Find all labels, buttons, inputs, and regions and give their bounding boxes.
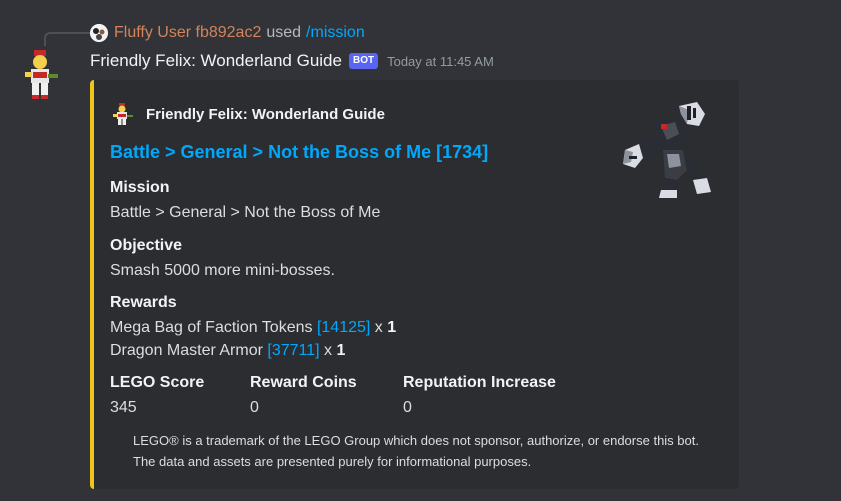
field-value: 0 — [250, 399, 259, 416]
field-mission: Mission Battle > General > Not the Boss … — [110, 178, 380, 224]
field-value: Smash 5000 more mini-bosses. — [110, 262, 335, 279]
reward-multiplier: x — [374, 319, 383, 336]
lego-disclaimer: LEGO® is a trademark of the LEGO Group w… — [133, 433, 699, 469]
reward-id-link[interactable]: [14125] — [317, 319, 370, 336]
reply-used-text: used — [266, 24, 302, 41]
field-name: Mission — [110, 179, 170, 196]
field-reward-coins: Reward Coins 0 — [250, 373, 357, 419]
message-header: Friendly Felix: Wonderland Guide BOT Tod… — [90, 51, 494, 71]
field-name: Rewards — [110, 294, 177, 311]
bot-username[interactable]: Friendly Felix: Wonderland Guide — [90, 51, 342, 71]
message-timestamp[interactable]: Today at 11:45 AM — [387, 54, 494, 69]
reward-id-link[interactable]: [37711] — [267, 342, 319, 359]
minifig-guide-icon[interactable] — [20, 48, 60, 104]
reward-item: Dragon Master Armor [37711] x 1 — [110, 339, 396, 362]
field-name: Reputation Increase — [403, 374, 556, 391]
embed-author-name: Friendly Felix: Wonderland Guide — [146, 105, 385, 123]
reward-multiplier: x — [324, 342, 333, 359]
reward-item: Mega Bag of Faction Tokens [14125] x 1 — [110, 316, 396, 339]
user-avatar-icon[interactable] — [90, 24, 108, 42]
gorilla-boss-icon[interactable] — [617, 100, 717, 200]
embed-title-link[interactable]: Battle > General > Not the Boss of Me [1… — [110, 142, 488, 163]
field-reputation-increase: Reputation Increase 0 — [403, 373, 556, 419]
field-rewards: Rewards Mega Bag of Faction Tokens [1412… — [110, 293, 396, 362]
minifig-guide-icon — [110, 102, 134, 126]
reward-quantity: 1 — [387, 319, 397, 336]
field-lego-score: LEGO Score 345 — [110, 373, 204, 419]
reply-connector — [44, 32, 90, 46]
reward-quantity: 1 — [336, 342, 346, 359]
field-value: 345 — [110, 399, 137, 416]
field-name: LEGO Score — [110, 374, 205, 391]
slash-command-link[interactable]: /mission — [306, 24, 365, 42]
reply-username[interactable]: Fluffy User fb892ac2 — [114, 24, 261, 42]
field-value: Battle > General > Not the Boss of Me — [110, 204, 381, 221]
bot-badge: BOT — [348, 53, 379, 69]
reward-name: Mega Bag of Faction Tokens — [110, 319, 313, 336]
embed-author: Friendly Felix: Wonderland Guide — [110, 102, 385, 126]
field-name: Reward Coins — [250, 374, 357, 391]
field-value: 0 — [403, 399, 412, 416]
field-name: Objective — [110, 237, 183, 254]
command-reply-context[interactable]: Fluffy User fb892ac2 used /mission — [90, 23, 365, 43]
field-objective: Objective Smash 5000 more mini-bosses. — [110, 236, 335, 282]
mission-embed: Friendly Felix: Wonderland Guide Battle … — [90, 80, 739, 489]
reward-name: Dragon Master Armor — [110, 342, 263, 359]
